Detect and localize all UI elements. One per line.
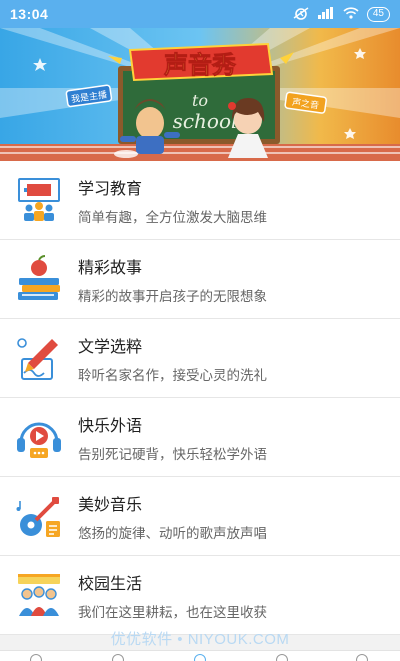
alarm-icon [293, 6, 309, 23]
svg-text:school: school [173, 109, 238, 133]
item-title: 文学选粹 [78, 338, 143, 356]
students-banner-icon [14, 570, 64, 620]
list-item-literature[interactable]: 文学选粹 聆听名家名作，接受心灵的洗礼 [0, 319, 400, 398]
item-subtitle: 精彩的故事开启孩子的无限想象 [78, 288, 267, 304]
item-title: 学习教育 [78, 180, 143, 198]
tab-library-icon[interactable] [276, 654, 288, 661]
list-item-stories[interactable]: 精彩故事 精彩的故事开启孩子的无限想象 [0, 240, 400, 319]
status-bar: 13:04 45 [0, 0, 400, 28]
bottom-tab-bar [0, 650, 400, 661]
item-subtitle: 告别死记硬背，快乐轻松学外语 [78, 446, 267, 462]
list-item-languages[interactable]: 快乐外语 告别死记硬背，快乐轻松学外语 [0, 398, 400, 477]
wifi-icon [343, 6, 359, 22]
list-item-music[interactable]: 美妙音乐 悠扬的旋律、动听的歌声放声唱 [0, 477, 400, 556]
category-list: 学习教育 简单有趣，全方位激发大脑思维 精彩故事 精彩的故事开启孩子的无限想象 [0, 161, 400, 635]
item-subtitle: 悠扬的旋律、动听的歌声放声唱 [78, 525, 267, 541]
tab-category-icon[interactable] [112, 654, 124, 661]
headphones-icon [14, 412, 64, 462]
status-icons: 45 [293, 6, 390, 23]
watermark: 优优软件 • NIYOUK.COM [110, 631, 290, 648]
tab-home-icon[interactable] [30, 654, 42, 661]
battery-indicator: 45 [366, 6, 390, 22]
classroom-icon [14, 175, 64, 225]
books-apple-icon [14, 254, 64, 304]
item-title: 美妙音乐 [78, 496, 143, 514]
svg-text:to: to [192, 91, 208, 110]
list-item-campus[interactable]: 校园生活 我们在这里耕耘，也在这里收获 [0, 556, 400, 635]
status-time: 13:04 [10, 6, 49, 22]
pen-writing-icon [14, 333, 64, 383]
item-subtitle: 我们在这里耕耘，也在这里收获 [78, 604, 267, 620]
list-item-study[interactable]: 学习教育 简单有趣，全方位激发大脑思维 [0, 161, 400, 240]
item-subtitle: 简单有趣，全方位激发大脑思维 [78, 209, 267, 225]
guitar-music-icon [14, 491, 64, 541]
svg-text:声音秀: 声音秀 [163, 51, 236, 79]
banner-illustration[interactable]: 我是主播 声之音 to school 声音秀 [0, 28, 400, 161]
item-title: 校园生活 [78, 575, 143, 593]
tab-profile-icon[interactable] [356, 654, 368, 661]
item-title: 快乐外语 [78, 417, 143, 435]
signal-icon [317, 6, 335, 22]
item-subtitle: 聆听名家名作，接受心灵的洗礼 [78, 367, 267, 383]
tab-play-icon[interactable] [194, 654, 206, 661]
item-title: 精彩故事 [78, 259, 143, 277]
title-logo: 声音秀 [108, 42, 294, 82]
